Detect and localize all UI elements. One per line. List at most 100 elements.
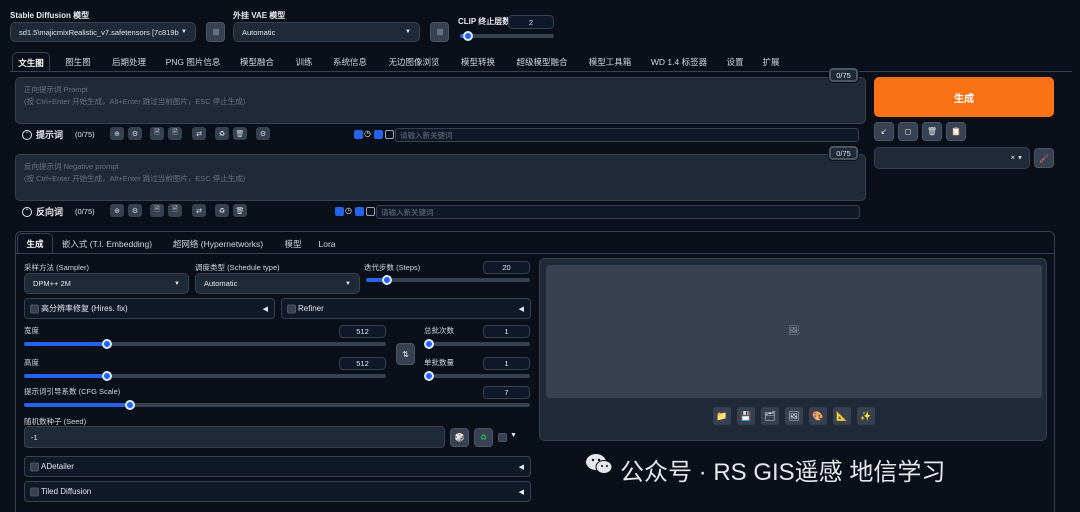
refresh-model-button[interactable] [206,22,225,42]
prompt-keyword-input[interactable]: 请输入新关键词 [395,128,859,142]
model-select[interactable]: sd1.5\majicmixRealistic_v7.safetensors [… [10,22,196,42]
negative-check-2[interactable] [355,207,364,216]
send-to-inpaint-button[interactable]: 🎨 [809,407,827,425]
prompt-tool-icon-7[interactable]: ⚙ [256,127,270,140]
save-button[interactable]: 💾 [737,407,755,425]
collapse-icon: ⌃ [22,206,32,217]
batch-size-input[interactable]: 1 [483,357,530,370]
negative-tool-icon-2[interactable]: 🗎 [150,204,164,217]
negative-textarea[interactable]: 反向提示词 Negative prompt (按 Ctrl+Enter 开始生成… [15,154,866,201]
negative-tool-icon-5[interactable]: ♻ [215,204,229,217]
height-slider[interactable] [24,371,386,381]
open-folder-button[interactable]: 📁 [713,407,731,425]
seed-input[interactable]: -1 [24,426,445,448]
negative-tool-icon-0[interactable]: ⊕ [110,204,124,217]
tab-10[interactable]: 模型工具箱 [581,52,639,72]
tab-13[interactable]: 扩展 [756,52,786,72]
brush-icon: 🖌 [1038,153,1050,163]
tab-1[interactable]: 图生图 [58,52,98,72]
tab-0[interactable]: 文生图 [12,52,50,72]
subtab-2[interactable]: 超网络 (Hypernetworks) [165,233,271,254]
adetailer-checkbox[interactable] [30,462,39,471]
tab-11[interactable]: WD 1.4 标签器 [645,52,713,72]
zip-button[interactable]: 🗂 [761,407,779,425]
prompt-check-1[interactable] [354,130,363,139]
clip-input[interactable]: 2 [508,15,554,29]
paste-button[interactable]: ◻ [898,122,918,141]
negative-tool-icon-4[interactable]: ⇄ [192,204,206,217]
prompt-toolbar-title[interactable]: ⌃ 提示词 (0/75) [22,128,95,141]
negative-check-1[interactable] [335,207,344,216]
width-input[interactable]: 512 [339,325,386,338]
refresh-vae-button[interactable] [430,22,449,42]
extra-chevron-icon[interactable]: ▼ [510,432,517,439]
clear-button[interactable]: 🗑 [922,122,942,141]
negative-toolbar-title[interactable]: ⌃ 反向词 (0/75) [22,205,95,218]
tab-5[interactable]: 训练 [288,52,320,72]
cfg-slider[interactable] [24,400,530,410]
prompt-check-3[interactable] [385,130,394,139]
height-input[interactable]: 512 [339,357,386,370]
prompt-tool-icon-1[interactable]: ⚙ [128,127,142,140]
prompt-tool-icon-2[interactable]: 🗎 [150,127,164,140]
negative-tool-icon-1[interactable]: ⚙ [128,204,142,217]
schedule-select[interactable]: Automatic ▼ [195,273,360,294]
folder-icon: 📁 [716,410,728,421]
extra-seed-checkbox[interactable] [498,433,507,442]
swap-icon: ⇅ [402,349,409,359]
steps-slider[interactable] [366,275,530,285]
subtab-3[interactable]: 模型 [278,233,308,254]
prompt-tool-icon-5[interactable]: ♻ [215,127,229,140]
subtab-4[interactable]: Lora [313,233,341,254]
batch-size-slider[interactable] [424,371,530,381]
subtab-1[interactable]: 嵌入式 (T.I. Embedding) [56,233,158,254]
swap-dimensions-button[interactable]: ⇅ [396,343,415,365]
edit-style-button[interactable]: 🖌 [1034,148,1054,168]
prompt-check-2[interactable] [374,130,383,139]
tab-7[interactable]: 无边图像浏览 [380,52,448,72]
read-params-button[interactable]: ↙ [874,122,894,141]
subtab-0[interactable]: 生成 [17,233,53,254]
adetailer-accordion[interactable]: ADetailer ◀ [24,456,531,477]
refiner-checkbox[interactable] [287,304,296,313]
reuse-seed-button[interactable]: ♻ [474,428,493,447]
refiner-accordion[interactable]: Refiner ◀ [281,298,531,319]
negative-tool-icon-6[interactable]: 🗑 [233,204,247,217]
tab-4[interactable]: 模型融合 [232,52,282,72]
batch-count-input[interactable]: 1 [483,325,530,338]
styles-select[interactable]: ✕ ▼ [874,147,1030,169]
batch-count-slider[interactable] [424,339,530,349]
prompt-tool-icon-4[interactable]: ⇄ [192,127,206,140]
sparkle-button[interactable]: ✨ [857,407,875,425]
random-seed-button[interactable]: 🎲 [450,428,469,447]
styles-button[interactable]: 📋 [946,122,966,141]
height-label: 高度 [24,358,39,367]
sampler-select[interactable]: DPM++ 2M ▼ [24,273,189,294]
cfg-input[interactable]: 7 [483,386,530,399]
negative-check-3[interactable] [366,207,375,216]
tab-6[interactable]: 系统信息 [325,52,375,72]
width-slider[interactable] [24,339,386,349]
prompt-tool-icon-3[interactable]: 🗎 [168,127,182,140]
vae-select[interactable]: Automatic ▼ [233,22,420,42]
send-to-img2img-button[interactable]: 🖼 [785,407,803,425]
tab-2[interactable]: 后期处理 [103,52,155,72]
tiled-diffusion-accordion[interactable]: Tiled Diffusion ◀ [24,481,531,502]
prompt-tool-icon-6[interactable]: 🗑 [233,127,247,140]
tab-8[interactable]: 模型转换 [453,52,503,72]
subtabs-divider [15,253,1055,254]
send-to-extras-button[interactable]: 📐 [833,407,851,425]
prompt-tool-icon-0[interactable]: ⊕ [110,127,124,140]
prompt-textarea[interactable]: 正向提示词 Prompt (按 Ctrl+Enter 开始生成，Alt+Ente… [15,77,866,124]
hires-checkbox[interactable] [30,304,39,313]
generate-button[interactable]: 生成 [874,77,1054,117]
negative-tool-icon-3[interactable]: 🗎 [168,204,182,217]
tab-12[interactable]: 设置 [719,52,751,72]
hires-fix-accordion[interactable]: 高分辨率修复 (Hires. fix) ◀ [24,298,275,319]
tab-9[interactable]: 超级模型融合 [509,52,575,72]
clip-slider[interactable] [460,31,554,41]
steps-input[interactable]: 20 [483,261,530,274]
negative-keyword-input[interactable]: 请输入新关键词 [376,205,860,219]
tab-3[interactable]: PNG 图片信息 [160,52,226,72]
tiled-diffusion-checkbox[interactable] [30,487,39,496]
